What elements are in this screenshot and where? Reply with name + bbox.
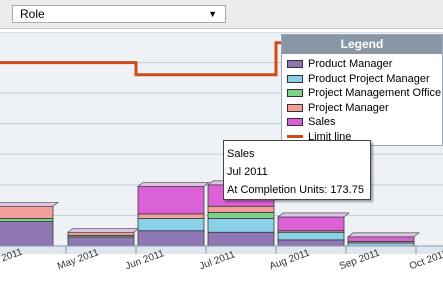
- bar-segment: [0, 218, 54, 222]
- legend-item: Sales: [287, 115, 442, 130]
- role-dropdown[interactable]: Role ▼: [12, 5, 226, 23]
- tooltip-value: At Completion Units: 173.75: [227, 184, 364, 196]
- legend-line-swatch: [287, 135, 303, 139]
- bar-segment: [137, 185, 205, 215]
- legend-swatch: [287, 118, 303, 127]
- legend-item-label: Project Manager: [308, 101, 389, 114]
- bar-segment: [207, 211, 275, 219]
- legend-item-label: Sales: [308, 116, 336, 129]
- bar-segment: [277, 239, 345, 247]
- bar-top-face: [347, 232, 420, 238]
- bar-segment: [0, 221, 54, 247]
- bar-top-face: [67, 227, 140, 233]
- bar-segment: [137, 213, 205, 219]
- legend-item: Project Management Office: [287, 86, 442, 101]
- bar-segment: [137, 230, 205, 247]
- legend-item: Project Manager: [287, 101, 442, 116]
- legend-swatch: [287, 60, 303, 69]
- tooltip-period: Jul 2011: [227, 166, 268, 178]
- bar-segment: [207, 231, 275, 247]
- bar-segment: [207, 218, 275, 233]
- bar-top-face: [0, 201, 59, 207]
- bar-top-face: [137, 182, 210, 187]
- bar-segment: [347, 236, 415, 242]
- legend-title: Legend: [282, 35, 442, 54]
- bar-segment: [207, 205, 275, 213]
- bar-segment: [67, 231, 135, 236]
- legend-item-label: Product Project Manager: [308, 72, 430, 85]
- legend-swatch: [287, 74, 303, 83]
- bar-segment: [67, 236, 135, 247]
- bar-segment: [277, 231, 345, 241]
- legend-item: Product Project Manager: [287, 72, 442, 87]
- caret-down-icon[interactable]: ▼: [208, 6, 217, 22]
- legend-item-label: Product Manager: [308, 58, 393, 71]
- legend-item: Product Manager: [287, 57, 442, 72]
- bar-segment: [0, 205, 54, 219]
- tooltip-series: Sales: [227, 148, 255, 160]
- bar-top-face: [277, 212, 350, 218]
- role-dropdown-value: Role: [20, 7, 45, 21]
- tooltip: Sales Jul 2011 At Completion Units: 173.…: [223, 140, 371, 200]
- legend-swatch: [287, 103, 303, 112]
- bar-segment: [137, 218, 205, 232]
- toolbar: Role ▼: [0, 0, 443, 29]
- legend-item-label: Project Management Office: [308, 87, 442, 100]
- legend-swatch: [287, 89, 303, 98]
- legend: Legend Product Manager Product Project Ma…: [281, 34, 443, 146]
- bar-segment: [277, 216, 345, 232]
